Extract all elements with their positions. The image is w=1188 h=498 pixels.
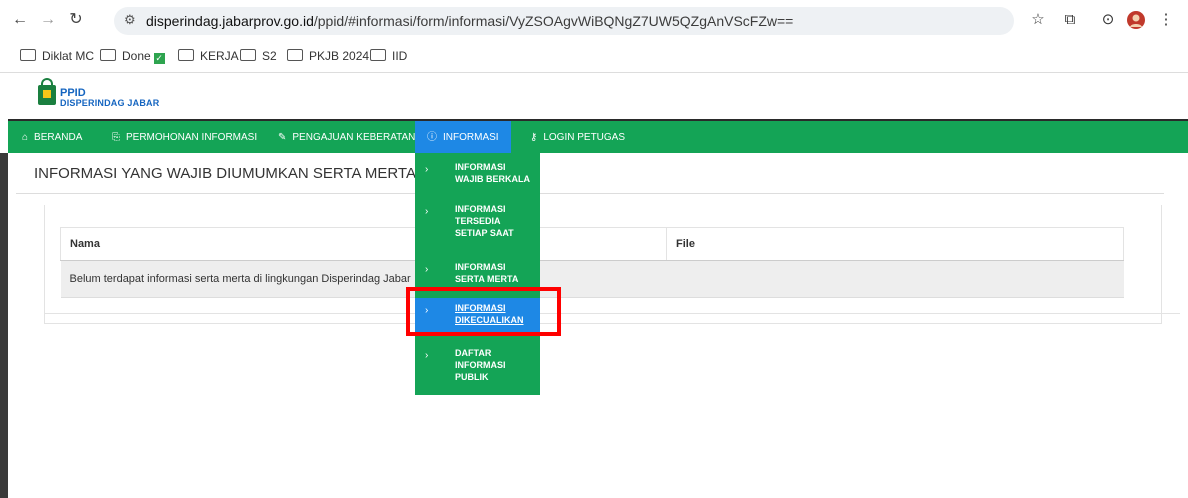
table-header-row: Nama File bbox=[60, 227, 1124, 261]
url-path: /ppid/#informasi/form/informasi/VyZSOAgv… bbox=[313, 13, 794, 29]
bookmark-s2[interactable]: S2 bbox=[240, 49, 277, 63]
nav-label: BERANDA bbox=[34, 132, 83, 143]
avatar-icon[interactable] bbox=[1124, 8, 1148, 32]
menu-item-label: DAFTAR INFORMASI PUBLIK bbox=[455, 348, 506, 382]
bookmark-label: Diklat MC bbox=[42, 49, 95, 63]
nav-label: LOGIN PETUGAS bbox=[543, 132, 626, 143]
bookmark-done[interactable]: Done ✓ bbox=[100, 49, 165, 64]
site-info-icon[interactable]: ⚙ bbox=[124, 12, 136, 28]
nav-informasi[interactable]: ⓘ INFORMASI bbox=[415, 121, 511, 155]
column-header-file[interactable]: File bbox=[666, 227, 1124, 261]
url-domain: disperindag.jabarprov.go.id bbox=[146, 13, 314, 29]
key-icon: ⚷ bbox=[530, 132, 538, 143]
url-text[interactable]: disperindag.jabarprov.go.id/ppid/#inform… bbox=[146, 13, 793, 29]
reload-icon[interactable]: ↻ bbox=[64, 8, 88, 32]
address-row: ← → ↻ ⚙ disperindag.jabarprov.go.id/ppid… bbox=[0, 0, 1188, 40]
folder-icon bbox=[178, 49, 194, 61]
informasi-dropdown-menu: › INFORMASI WAJIB BERKALA › INFORMASI TERS… bbox=[415, 153, 540, 395]
bookmark-kerja[interactable]: KERJA bbox=[178, 49, 239, 63]
folder-icon bbox=[100, 49, 116, 61]
folder-icon bbox=[370, 49, 386, 61]
title-divider bbox=[16, 193, 1164, 194]
nav-beranda[interactable]: ⌂ BERANDA bbox=[22, 121, 82, 155]
main-content: INFORMASI YANG WAJIB DIUMUMKAN SERTA MER… bbox=[8, 153, 1188, 498]
nav-login-petugas[interactable]: ⚷ LOGIN PETUGAS bbox=[530, 121, 625, 155]
menu-item-label: INFORMASI SERTA MERTA bbox=[455, 262, 519, 284]
info-icon: ⓘ bbox=[427, 132, 437, 143]
menu-icon[interactable]: ⋮ bbox=[1154, 8, 1178, 32]
menu-item-informasi-tersedia-setiap-saat[interactable]: › INFORMASI TERSEDIA SETIAP SAAT bbox=[415, 199, 540, 251]
address-bar[interactable]: ⚙ disperindag.jabarprov.go.id/ppid/#info… bbox=[114, 7, 1014, 35]
menu-item-label: INFORMASI TERSEDIA SETIAP SAAT bbox=[455, 204, 514, 238]
menu-item-informasi-wajib-berkala[interactable]: › INFORMASI WAJIB BERKALA bbox=[415, 157, 540, 197]
table-row: Belum terdapat informasi serta merta di … bbox=[60, 260, 1124, 298]
column-header-nama[interactable]: Nama bbox=[60, 227, 667, 261]
background-edge-left bbox=[0, 153, 8, 498]
table-cell-file bbox=[666, 260, 1124, 298]
bookmark-label: Done bbox=[122, 49, 151, 63]
page-title: INFORMASI YANG WAJIB DIUMUMKAN SERTA MER… bbox=[34, 165, 416, 182]
request-icon: ⎘ bbox=[112, 132, 120, 143]
menu-item-label: INFORMASI WAJIB BERKALA bbox=[455, 162, 531, 184]
bookmark-label: PKJB 2024 bbox=[309, 49, 370, 63]
info-table: Nama File Belum terdapat informasi serta… bbox=[60, 227, 1124, 298]
folder-icon bbox=[287, 49, 303, 61]
extensions-icon[interactable]: ⧉ bbox=[1058, 8, 1082, 32]
panel-divider bbox=[44, 313, 1180, 324]
nav-permohonan-informasi[interactable]: ⎘ PERMOHONAN INFORMASI bbox=[112, 121, 257, 155]
menu-item-daftar-informasi-publik[interactable]: › DAFTAR INFORMASI PUBLIK bbox=[415, 343, 540, 393]
folder-icon bbox=[20, 49, 36, 61]
folder-icon bbox=[240, 49, 256, 61]
logo-subtitle[interactable]: DISPERINDAG JABAR bbox=[60, 98, 159, 108]
check-icon: ✓ bbox=[153, 53, 165, 64]
forward-icon[interactable]: → bbox=[36, 8, 60, 32]
bookmark-label: S2 bbox=[262, 49, 277, 63]
bookmarks-bar: Diklat MC Done ✓ KERJA S2 PKJB 2024 IID bbox=[0, 44, 1188, 73]
bookmark-label: KERJA bbox=[200, 49, 239, 63]
bookmark-diklat-mc[interactable]: Diklat MC bbox=[20, 49, 94, 63]
nav-label: PERMOHONAN INFORMASI bbox=[126, 132, 258, 143]
nav-label: PENGAJUAN KEBERATAN bbox=[292, 132, 416, 143]
profile-sync-icon[interactable]: ⊙ bbox=[1096, 8, 1120, 32]
back-icon[interactable]: ← bbox=[8, 8, 32, 32]
browser-chrome: ← → ↻ ⚙ disperindag.jabarprov.go.id/ppid… bbox=[0, 0, 1188, 73]
bookmark-label: IID bbox=[392, 49, 408, 63]
home-icon: ⌂ bbox=[22, 132, 29, 143]
table-cell-nama: Belum terdapat informasi serta merta di … bbox=[60, 260, 667, 298]
star-icon[interactable]: ☆ bbox=[1026, 8, 1050, 32]
chevron-right-icon: › bbox=[425, 264, 429, 275]
nav-label: INFORMASI bbox=[443, 132, 499, 143]
edit-icon: ✎ bbox=[278, 132, 287, 143]
main-navbar: ⌂ BERANDA ⎘ PERMOHONAN INFORMASI ✎ PENGAJUA… bbox=[8, 119, 1188, 155]
chevron-right-icon: › bbox=[425, 206, 429, 217]
nav-pengajuan-keberatan[interactable]: ✎ PENGAJUAN KEBERATAN bbox=[278, 121, 415, 155]
chevron-right-icon: › bbox=[425, 350, 429, 361]
highlight-box bbox=[406, 287, 561, 336]
bookmark-pkjb-2024[interactable]: PKJB 2024 bbox=[287, 49, 369, 63]
bookmark-iid[interactable]: IID bbox=[370, 49, 407, 63]
chevron-right-icon: › bbox=[425, 164, 429, 175]
lock-logo-icon bbox=[38, 78, 56, 105]
site-header: PPID DISPERINDAG JABAR bbox=[8, 73, 1188, 119]
